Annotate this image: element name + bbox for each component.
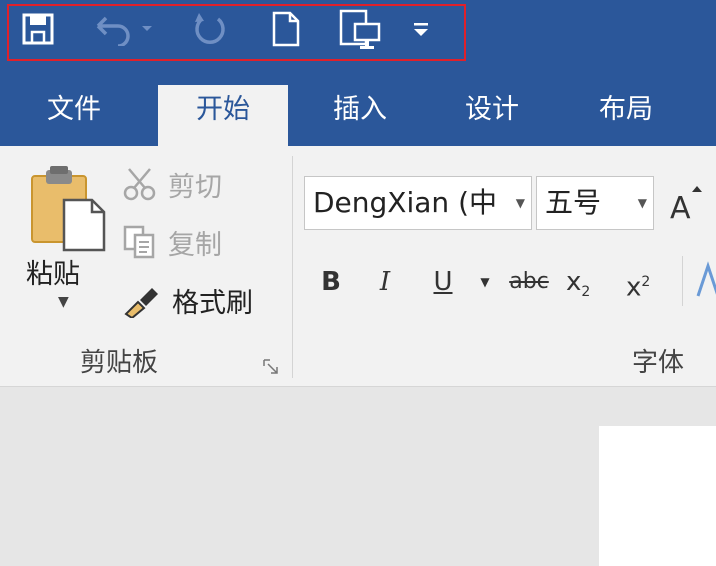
redo-icon [195,13,225,44]
new-document-icon [272,11,300,47]
paste-label: 粘贴 [26,259,80,290]
chevron-down-icon: ▼ [515,196,525,210]
ribbon-home: 粘贴 ▼ 剪切 复制 格式刷 剪贴板 DengXian (中 ▼ 五号 ▼ A … [0,146,716,387]
subscript-button[interactable]: x2 [566,262,606,302]
tab-design[interactable]: 设计 [440,85,544,146]
svg-text:A: A [670,191,691,226]
tab-insert[interactable]: 插入 [308,85,412,146]
bold-button[interactable]: B [316,262,346,302]
undo-icon [96,16,152,46]
format-painter-icon [124,288,158,318]
superscript-letter: x [626,272,642,303]
scissors-icon [123,168,156,201]
tab-layout[interactable]: 布局 [574,85,678,146]
quick-access-highlight-box [7,4,466,61]
underline-dropdown-icon[interactable]: ▼ [474,262,496,302]
subscript-letter: x [566,267,582,297]
font-size-dropdown[interactable]: 五号 ▼ [536,176,654,230]
clipboard-group-label: 剪贴板 [80,348,159,378]
paste-icon [31,166,106,252]
font-name-dropdown[interactable]: DengXian (中 ▼ [304,176,532,230]
save-button[interactable] [18,8,58,50]
group-separator [292,156,293,378]
font-name-value: DengXian (中 [313,186,497,219]
customize-dropdown-icon [414,23,428,36]
redo-button[interactable] [188,8,232,50]
subscript-mark: 2 [581,284,591,301]
undo-button[interactable] [88,8,158,50]
superscript-button[interactable]: x2 [626,262,666,303]
quick-access-toolbar [0,0,716,75]
grow-font-icon: A [670,186,702,226]
touch-mode-button[interactable] [336,8,386,50]
customize-toolbar-button[interactable] [406,8,436,50]
chevron-down-icon: ▼ [637,196,647,210]
font-group-label: 字体 [632,348,685,378]
text-effects-button[interactable] [694,256,716,306]
cut-button[interactable]: 剪切 [122,164,222,204]
text-effects-icon [696,261,716,297]
superscript-mark: 2 [641,274,651,290]
copy-button[interactable]: 复制 [122,222,222,262]
grow-font-button[interactable]: A [668,182,708,226]
new-document-button[interactable] [266,8,306,50]
underline-button[interactable]: U [426,262,460,302]
copy-icon [123,225,155,259]
touch-mode-icon [339,9,381,49]
paste-dropdown-icon[interactable]: ▼ [58,294,69,310]
ribbon-tab-bar: 文件 开始 插入 设计 布局 [0,75,716,146]
save-icon [22,13,54,45]
strikethrough-button[interactable]: abc [504,262,554,302]
font-group-separator [682,256,683,306]
document-page[interactable] [599,426,716,566]
font-size-value: 五号 [545,186,602,219]
paste-button[interactable]: 粘贴 ▼ [20,164,110,314]
tab-home[interactable]: 开始 [158,85,288,146]
italic-button[interactable]: I [370,262,400,302]
format-painter-button[interactable]: 格式刷 [122,280,253,320]
copy-label: 复制 [168,229,222,261]
dialog-launcher-icon[interactable] [262,358,280,376]
tab-file[interactable]: 文件 [22,85,126,146]
format-painter-label: 格式刷 [172,287,253,319]
cut-label: 剪切 [168,171,222,203]
